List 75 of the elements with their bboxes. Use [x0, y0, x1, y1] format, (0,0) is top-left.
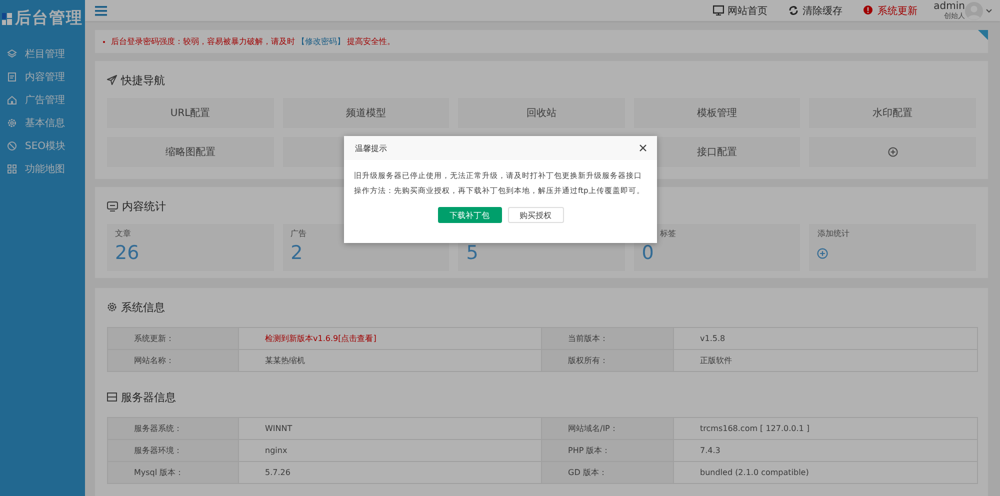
sidebar-item[interactable]: 内容管理 — [0, 65, 85, 88]
change-password-link[interactable]: 【修改密码】 — [297, 37, 345, 46]
logo-text: 后台管理 — [15, 8, 83, 28]
stat-value: 2 — [290, 243, 303, 263]
field-label-cell: 网站名称： — [108, 350, 238, 372]
gear-icon — [107, 302, 117, 312]
field-label-cell: 当前版本： — [542, 328, 674, 350]
stat-label: 添加统计 — [817, 229, 850, 239]
sidebar-item[interactable]: 功能地图 — [0, 157, 85, 180]
table-cell: bundled (2.1.0 compatible) — [674, 462, 978, 484]
close-icon[interactable] — [639, 144, 647, 152]
stat-label: 标签 — [658, 229, 676, 239]
refresh-icon — [788, 5, 799, 16]
sidebar-item[interactable]: 广告管理 — [0, 88, 85, 111]
buy-license-button[interactable]: 购买授权 — [508, 207, 564, 223]
user-name: admin — [934, 2, 965, 12]
shortcut-tile[interactable]: 频道模型 — [282, 98, 450, 128]
field-label-cell: GD 版本： — [542, 462, 674, 484]
shortcut-tile[interactable]: 模板管理 — [634, 98, 800, 128]
field-label-cell: 服务器系统： — [108, 418, 238, 440]
table-cell: 正版软件 — [674, 350, 978, 372]
table-cell: trcms168.com [ 127.0.0.1 ] — [674, 418, 978, 440]
monitor-icon — [712, 5, 724, 16]
shortcut-tile[interactable]: 水印配置 — [809, 98, 976, 128]
table-cell: WINNT — [238, 418, 542, 440]
card-title: 内容统计 — [122, 198, 166, 214]
table-cell: 7.4.3 — [674, 440, 978, 462]
download-patch-button[interactable]: 下载补丁包 — [438, 207, 502, 223]
stat-value: 5 — [466, 243, 478, 263]
update-link-cell[interactable]: 检测到新版本v1.6.9[点击查看] — [238, 328, 542, 350]
table-cell: 5.7.26 — [238, 462, 542, 484]
plus-circle-icon — [888, 147, 898, 157]
header-link[interactable]: 网站首页 — [712, 4, 768, 18]
compass-icon — [7, 140, 17, 150]
menu-icon — [95, 6, 107, 16]
shortcut-tile[interactable]: 回收站 — [458, 98, 625, 128]
server-icon — [107, 392, 117, 402]
plus-circle-icon[interactable] — [817, 248, 828, 259]
add-shortcut-tile[interactable] — [809, 137, 976, 167]
alert-icon — [862, 5, 874, 16]
chat-monitor-icon — [107, 200, 118, 212]
section-title: 服务器信息 — [121, 390, 176, 404]
field-label-cell: Mysql 版本： — [108, 462, 238, 484]
shortcut-tile[interactable]: 缩略图配置 — [107, 137, 274, 167]
notice-text: 后台登录密码强度：较弱，容易被暴力破解，请及时 【修改密码】 提高安全性。 — [111, 36, 395, 47]
sidebar-item[interactable]: 栏目管理 — [0, 42, 85, 65]
stat-label: 广告 — [290, 229, 307, 239]
dialog-title: 温馨提示 — [355, 142, 387, 154]
table-cell: nginx — [238, 440, 542, 462]
card-title: 快捷导航 — [121, 72, 165, 88]
house-icon — [7, 94, 17, 104]
field-label-cell: 系统更新： — [108, 328, 238, 350]
sidebar-item[interactable]: SEO模块 — [0, 134, 85, 157]
stat-value: 26 — [115, 243, 140, 263]
field-label-cell: 服务器环境： — [108, 440, 238, 462]
logo-icon — [2, 12, 13, 24]
gear-icon — [7, 118, 17, 128]
stat-label: 文章 — [115, 229, 131, 239]
caret-icon — [986, 8, 992, 12]
table-cell: 某某热缩机 — [238, 350, 542, 372]
field-label-cell: 版权所有： — [542, 350, 674, 372]
header-link[interactable]: 系统更新 — [862, 4, 918, 18]
section-title: 系统信息 — [121, 300, 165, 314]
shortcut-tile[interactable]: URL配置 — [107, 98, 274, 128]
stat-value: 0 — [642, 243, 654, 263]
field-label-cell: PHP 版本： — [542, 440, 674, 462]
sidebar-item[interactable]: 基本信息 — [0, 111, 85, 134]
grid-icon — [7, 164, 17, 174]
header-link[interactable]: 清除缓存 — [788, 4, 843, 18]
paper-plane-icon — [107, 75, 117, 85]
corner-triangle-icon — [978, 30, 988, 40]
document-icon — [7, 72, 17, 82]
table-cell: v1.5.8 — [674, 328, 978, 350]
field-label-cell: 网站域名/IP： — [542, 418, 674, 440]
layers-icon — [7, 48, 17, 58]
